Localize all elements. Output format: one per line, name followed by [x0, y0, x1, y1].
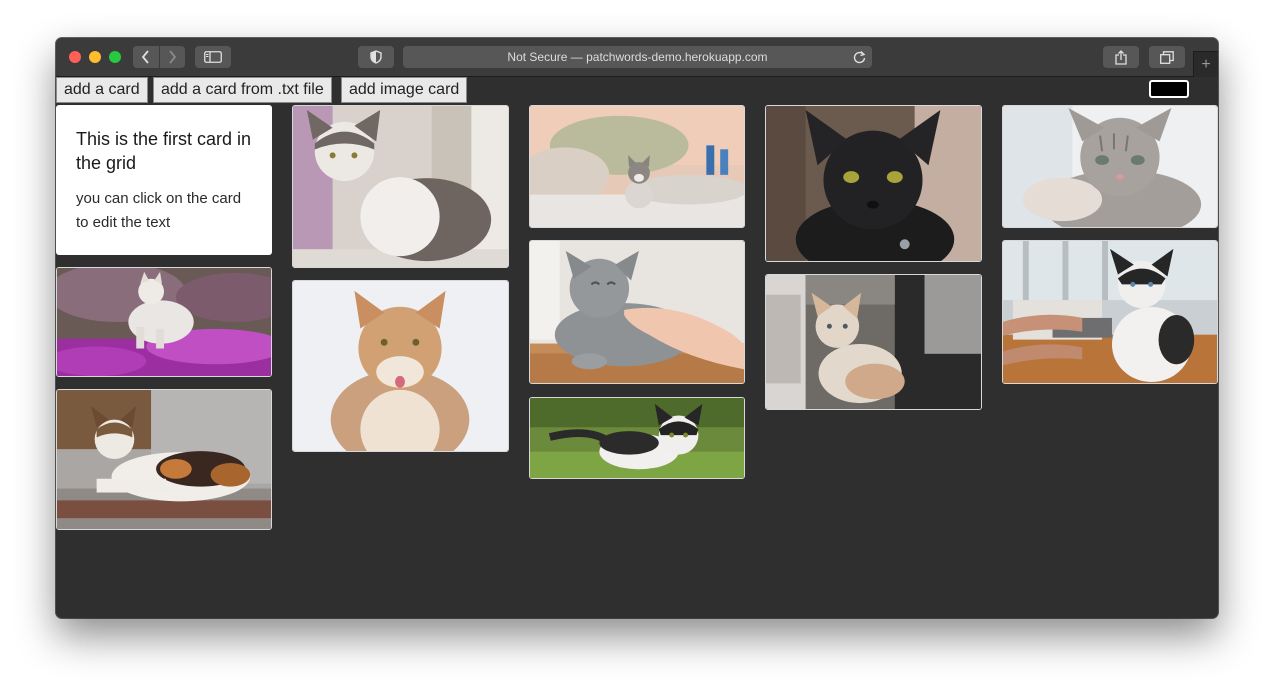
- text-card[interactable]: This is the first card in the grid you c…: [56, 105, 272, 255]
- card-title: This is the first card in the grid: [76, 129, 252, 173]
- cat-photo: [530, 398, 744, 478]
- image-card-cat-at-radiator-window[interactable]: [765, 274, 982, 410]
- new-tab-button[interactable]: +: [1193, 51, 1218, 77]
- card-body: you can click on the card to edit the te…: [76, 190, 242, 231]
- privacy-report-button[interactable]: [358, 46, 394, 68]
- browser-titlebar: Not Secure — patchwords-demo.herokuapp.c…: [56, 38, 1218, 77]
- image-card-black-white-cat-by-keyboard[interactable]: [1002, 240, 1218, 384]
- sidebar-toggle-button[interactable]: [195, 46, 231, 68]
- cat-photo: [57, 268, 271, 376]
- minimize-window-button[interactable]: [89, 51, 101, 63]
- sidebar-icon: [204, 51, 222, 63]
- history-nav: [133, 46, 185, 68]
- image-card-black-cat-portrait[interactable]: [765, 105, 982, 262]
- chevron-right-icon: [169, 50, 177, 64]
- url-text: Not Secure — patchwords-demo.herokuapp.c…: [507, 50, 768, 64]
- back-button[interactable]: [133, 46, 159, 68]
- zoom-window-button[interactable]: [109, 51, 121, 63]
- plus-icon: +: [1201, 55, 1211, 73]
- image-card-ginger-long-haired-cat[interactable]: [292, 280, 509, 452]
- image-card-kitten-on-bed[interactable]: [529, 105, 745, 228]
- cat-photo: [766, 106, 981, 261]
- cat-photo: [530, 106, 744, 227]
- cat-photo: [1003, 106, 1217, 227]
- cat-photo: [293, 106, 508, 267]
- add-card-from-txt-button[interactable]: add a card from .txt file: [153, 77, 332, 103]
- image-card-cat-on-purple-flowers[interactable]: [56, 267, 272, 377]
- image-card-grey-tabby-kitten[interactable]: [1002, 105, 1218, 228]
- image-card-black-white-cat-in-grass[interactable]: [529, 397, 745, 479]
- add-card-button[interactable]: add a card: [56, 77, 148, 103]
- browser-window: Not Secure — patchwords-demo.herokuapp.c…: [56, 38, 1218, 618]
- forward-button[interactable]: [158, 46, 186, 68]
- image-card-grey-cat-chin-scratch[interactable]: [529, 240, 745, 384]
- add-image-card-button[interactable]: add image card: [341, 77, 468, 103]
- share-button[interactable]: [1103, 46, 1139, 68]
- share-icon: [1115, 49, 1127, 65]
- address-bar[interactable]: Not Secure — patchwords-demo.herokuapp.c…: [403, 46, 872, 68]
- app-toolbar: add a card add a card from .txt file add…: [56, 76, 1218, 104]
- reload-icon[interactable]: [853, 50, 866, 64]
- cat-photo: [1003, 241, 1217, 383]
- tabs-icon: [1160, 50, 1174, 64]
- cat-photo: [530, 241, 744, 383]
- image-card-calico-cat-crouching[interactable]: [56, 389, 272, 530]
- color-picker[interactable]: [1149, 80, 1189, 98]
- tab-overview-button[interactable]: [1149, 46, 1185, 68]
- shield-icon: [370, 50, 382, 64]
- close-window-button[interactable]: [69, 51, 81, 63]
- chevron-left-icon: [141, 50, 149, 64]
- cat-photo: [57, 390, 271, 529]
- image-card-grey-white-cat-by-window[interactable]: [292, 105, 509, 268]
- cat-photo: [293, 281, 508, 451]
- cat-photo: [766, 275, 981, 409]
